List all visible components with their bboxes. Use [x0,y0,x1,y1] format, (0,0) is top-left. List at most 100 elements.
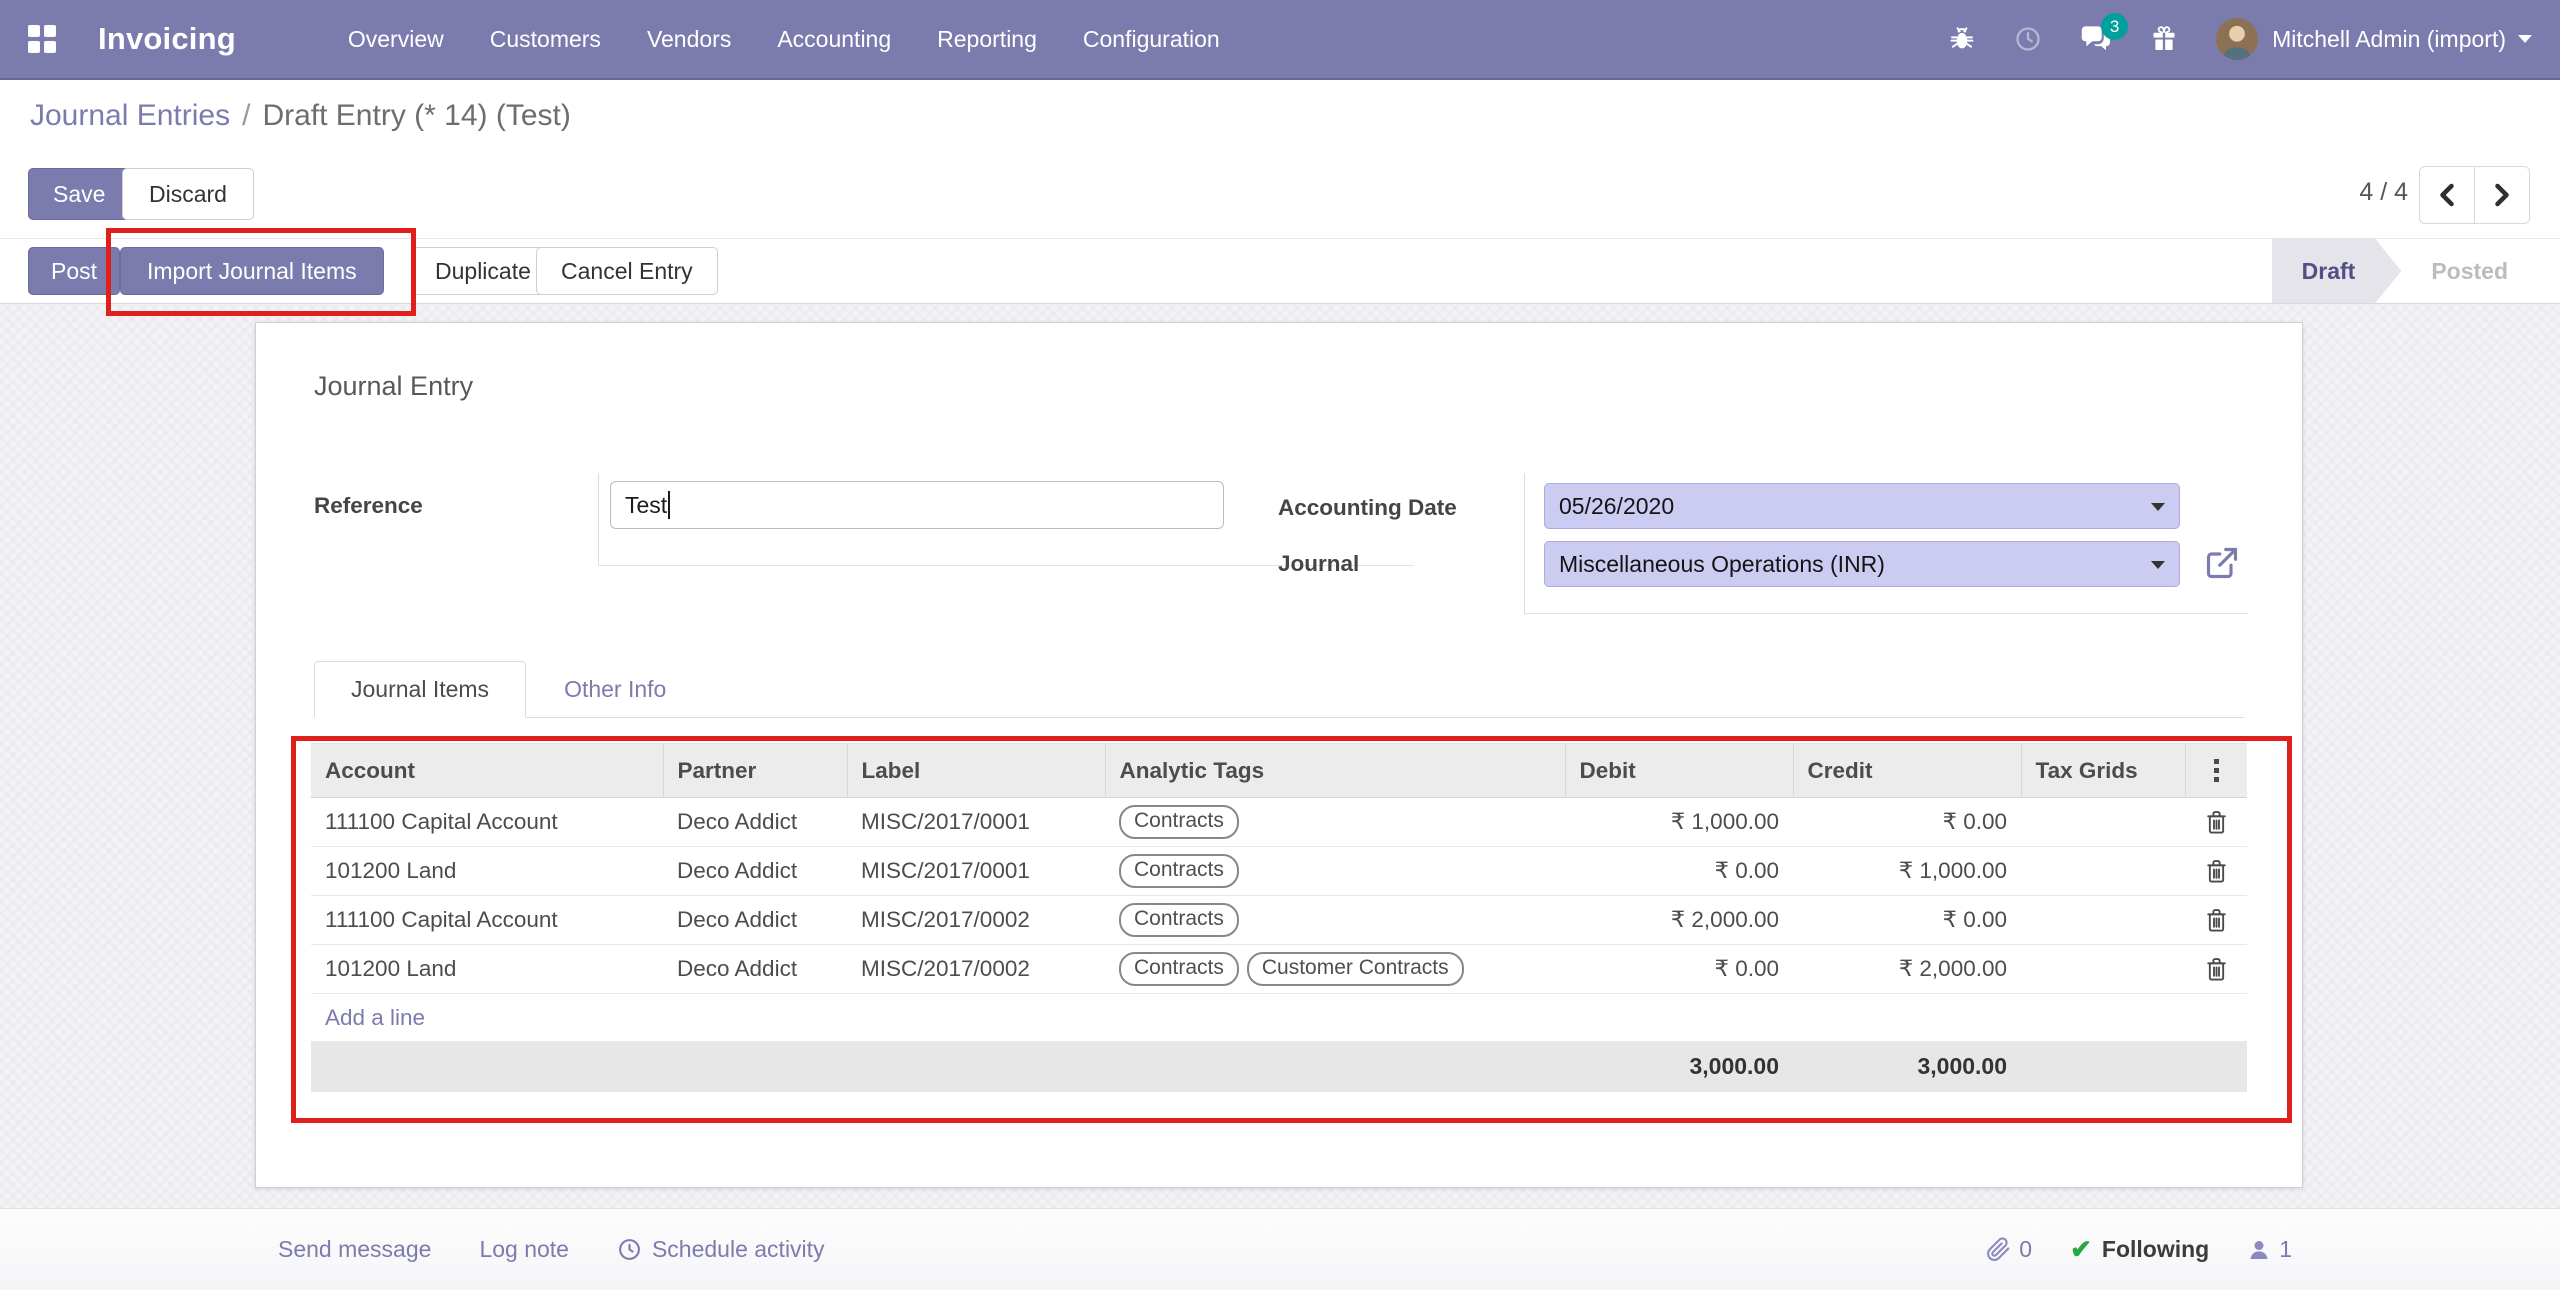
cell-debit[interactable]: ₹ 1,000.00 [1565,798,1793,847]
save-button[interactable]: Save [28,168,130,220]
external-link-icon[interactable] [2204,545,2240,586]
delete-row-trash-icon[interactable] [2199,908,2233,933]
field-separator-line [598,473,599,565]
cell-label[interactable]: MISC/2017/0001 [847,798,1105,847]
delete-row-trash-icon[interactable] [2199,859,2233,884]
cell-label[interactable]: MISC/2017/0001 [847,847,1105,896]
table-row[interactable]: 111100 Capital Account Deco Addict MISC/… [311,798,2247,847]
nav-menu-accounting[interactable]: Accounting [777,26,891,53]
cell-analytic-tags[interactable]: Contracts [1105,896,1565,945]
cell-account[interactable]: 101200 Land [311,945,663,994]
journal-select[interactable]: Miscellaneous Operations (INR) [1544,541,2180,587]
journal-items-table: Account Partner Label Analytic Tags Debi… [311,743,2247,1092]
table-row[interactable]: 101200 Land Deco Addict MISC/2017/0002 C… [311,945,2247,994]
messages-count-badge: 3 [2101,13,2128,40]
journal-label: Journal [1278,551,1359,577]
duplicate-button[interactable]: Duplicate [412,247,554,295]
cell-debit[interactable]: ₹ 0.00 [1565,945,1793,994]
cell-partner[interactable]: Deco Addict [663,798,847,847]
cell-tax-grids[interactable] [2021,798,2185,847]
pager-previous-button[interactable] [2419,166,2474,224]
following-button[interactable]: ✔ Following [2070,1234,2209,1265]
form-title: Journal Entry [314,371,473,402]
cell-tax-grids[interactable] [2021,945,2185,994]
post-button[interactable]: Post [28,247,120,295]
attachments-count: 0 [2019,1236,2032,1263]
cell-tax-grids[interactable] [2021,847,2185,896]
accounting-date-label: Accounting Date [1278,495,1457,521]
cell-analytic-tags[interactable]: Contracts [1105,847,1565,896]
add-a-line-link[interactable]: Add a line [311,994,2247,1042]
cell-account[interactable]: 101200 Land [311,847,663,896]
table-header-row: Account Partner Label Analytic Tags Debi… [311,744,2247,798]
table-row[interactable]: 101200 Land Deco Addict MISC/2017/0001 C… [311,847,2247,896]
delete-row-trash-icon[interactable] [2199,957,2233,982]
user-menu[interactable]: Mitchell Admin (import) [2216,18,2532,60]
send-message-link[interactable]: Send message [278,1236,431,1263]
cell-tax-grids[interactable] [2021,896,2185,945]
statusbar-stage-draft[interactable]: Draft [2272,239,2402,303]
cell-credit[interactable]: ₹ 0.00 [1793,896,2021,945]
schedule-activity-link[interactable]: Schedule activity [617,1236,825,1263]
messages-icon[interactable]: 3 [2080,25,2112,53]
optional-columns-toggle-icon[interactable] [2200,759,2234,782]
gift-icon[interactable] [2150,25,2178,53]
cell-account[interactable]: 111100 Capital Account [311,798,663,847]
dropdown-caret-icon [2151,503,2165,511]
cell-label[interactable]: MISC/2017/0002 [847,896,1105,945]
avatar [2216,18,2258,60]
cell-credit[interactable]: ₹ 0.00 [1793,798,2021,847]
analytic-tag: Customer Contracts [1247,952,1464,986]
pager-next-button[interactable] [2474,166,2530,224]
cell-partner[interactable]: Deco Addict [663,896,847,945]
reference-label: Reference [314,493,423,519]
column-header-partner: Partner [663,744,847,798]
field-row-line [1524,613,2248,614]
import-journal-items-button[interactable]: Import Journal Items [120,247,384,295]
cell-debit[interactable]: ₹ 2,000.00 [1565,896,1793,945]
debug-bug-icon[interactable] [1948,25,1976,53]
breadcrumb-separator: / [242,99,250,133]
nav-menu-vendors[interactable]: Vendors [647,26,731,53]
schedule-clock-icon [617,1237,642,1262]
reference-input-value: Test [625,492,667,519]
reference-input[interactable]: Test [610,481,1224,529]
nav-menu-customers[interactable]: Customers [490,26,601,53]
cell-credit[interactable]: ₹ 2,000.00 [1793,945,2021,994]
column-header-credit: Credit [1793,744,2021,798]
cell-analytic-tags[interactable]: Contracts [1105,798,1565,847]
discard-button[interactable]: Discard [122,168,254,220]
delete-row-trash-icon[interactable] [2199,810,2233,835]
statusbar-stage-posted[interactable]: Posted [2401,239,2538,303]
text-cursor [668,491,670,519]
column-header-tax-grids: Tax Grids [2021,744,2185,798]
cell-label[interactable]: MISC/2017/0002 [847,945,1105,994]
cell-debit[interactable]: ₹ 0.00 [1565,847,1793,896]
app-name[interactable]: Invoicing [98,21,236,57]
total-credit: 3,000.00 [1793,1042,2021,1092]
attachments-button[interactable]: 0 [1986,1236,2032,1263]
cell-analytic-tags[interactable]: ContractsCustomer Contracts [1105,945,1565,994]
nav-menus: Overview Customers Vendors Accounting Re… [348,26,1220,53]
nav-menu-reporting[interactable]: Reporting [937,26,1037,53]
nav-menu-configuration[interactable]: Configuration [1083,26,1220,53]
control-panel: Save Discard 4 / 4 [0,152,2560,238]
page: Invoicing Overview Customers Vendors Acc… [0,0,2560,1290]
cell-credit[interactable]: ₹ 1,000.00 [1793,847,2021,896]
cell-partner[interactable]: Deco Addict [663,847,847,896]
apps-menu-icon[interactable] [28,25,56,53]
cell-partner[interactable]: Deco Addict [663,945,847,994]
followers-button[interactable]: 1 [2247,1236,2292,1263]
cancel-entry-button[interactable]: Cancel Entry [536,247,718,295]
tab-journal-items[interactable]: Journal Items [314,661,526,718]
journal-value: Miscellaneous Operations (INR) [1559,551,1885,578]
breadcrumb-parent-link[interactable]: Journal Entries [30,99,230,133]
log-note-link[interactable]: Log note [479,1236,569,1263]
table-row[interactable]: 111100 Capital Account Deco Addict MISC/… [311,896,2247,945]
nav-menu-overview[interactable]: Overview [348,26,444,53]
accounting-date-select[interactable]: 05/26/2020 [1544,483,2180,529]
activities-clock-icon[interactable] [2014,25,2042,53]
cell-account[interactable]: 111100 Capital Account [311,896,663,945]
followers-count: 1 [2279,1236,2292,1263]
tab-other-info[interactable]: Other Info [526,661,704,717]
